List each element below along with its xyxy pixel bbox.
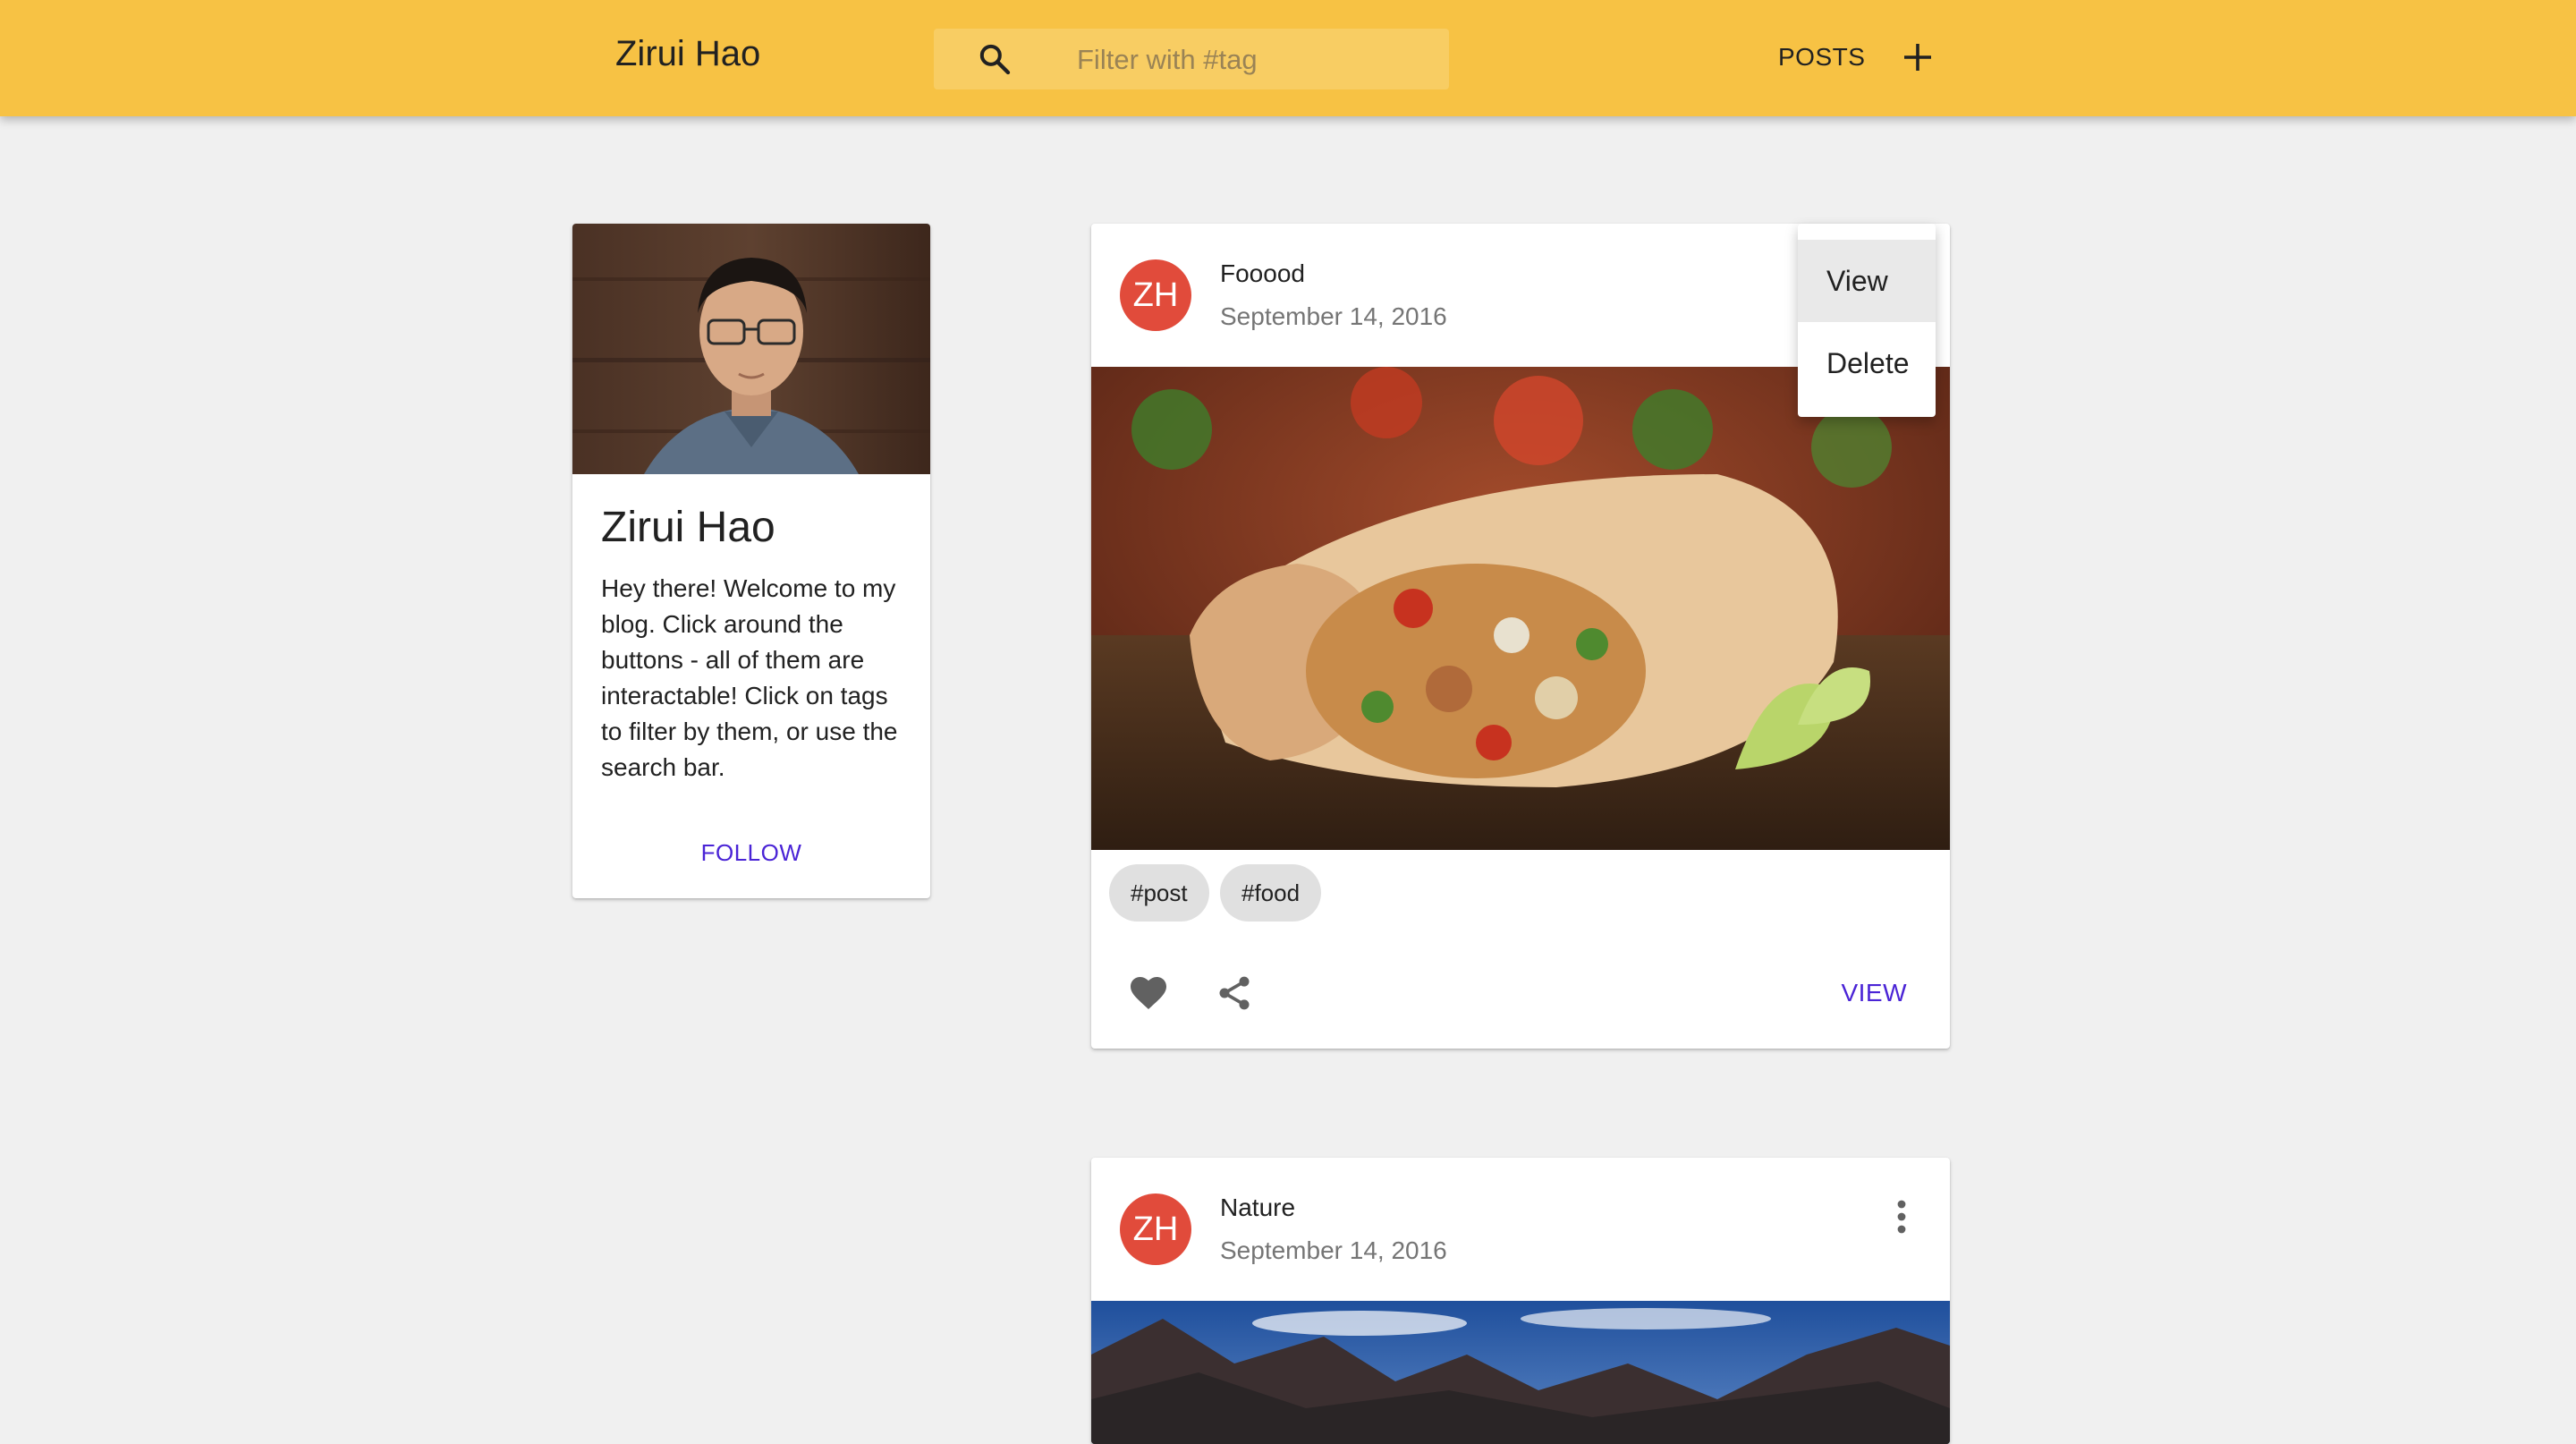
view-post-button[interactable]: VIEW xyxy=(1841,979,1907,1007)
post-card: ZH Nature September 14, 2016 xyxy=(1091,1158,1950,1444)
heart-icon[interactable] xyxy=(1127,972,1170,1015)
post-title: Fooood xyxy=(1220,259,1305,287)
tag-chip-post[interactable]: #post xyxy=(1109,864,1209,922)
app-title[interactable]: Zirui Hao xyxy=(615,34,760,74)
post-options-menu: View Delete xyxy=(1798,224,1936,417)
add-icon[interactable] xyxy=(1902,41,1934,73)
app-bar: Zirui Hao POSTS xyxy=(0,0,2576,116)
profile-card: Zirui Hao Hey there! Welcome to my blog.… xyxy=(572,224,930,898)
avatar: ZH xyxy=(1120,1193,1191,1265)
search-box[interactable] xyxy=(934,29,1449,89)
post-date: September 14, 2016 xyxy=(1220,302,1447,330)
post-image-nature xyxy=(1091,1301,1950,1444)
profile-bio: Hey there! Welcome to my blog. Click aro… xyxy=(601,574,898,781)
menu-item-view[interactable]: View xyxy=(1798,240,1936,322)
tag-chip-food[interactable]: #food xyxy=(1220,864,1322,922)
post-date: September 14, 2016 xyxy=(1220,1236,1447,1264)
search-icon[interactable] xyxy=(977,41,1013,77)
profile-name: Zirui Hao xyxy=(601,504,775,551)
post-title: Nature xyxy=(1220,1193,1296,1221)
profile-photo xyxy=(572,224,930,474)
follow-button[interactable]: FOLLOW xyxy=(572,839,930,867)
search-input[interactable] xyxy=(1075,38,1436,82)
post-image-burrito xyxy=(1091,367,1950,850)
menu-item-delete[interactable]: Delete xyxy=(1798,322,1936,404)
share-icon[interactable] xyxy=(1215,972,1254,1015)
more-vert-icon[interactable] xyxy=(1896,1199,1907,1235)
avatar: ZH xyxy=(1120,259,1191,331)
posts-nav-button[interactable]: POSTS xyxy=(1778,43,1865,72)
